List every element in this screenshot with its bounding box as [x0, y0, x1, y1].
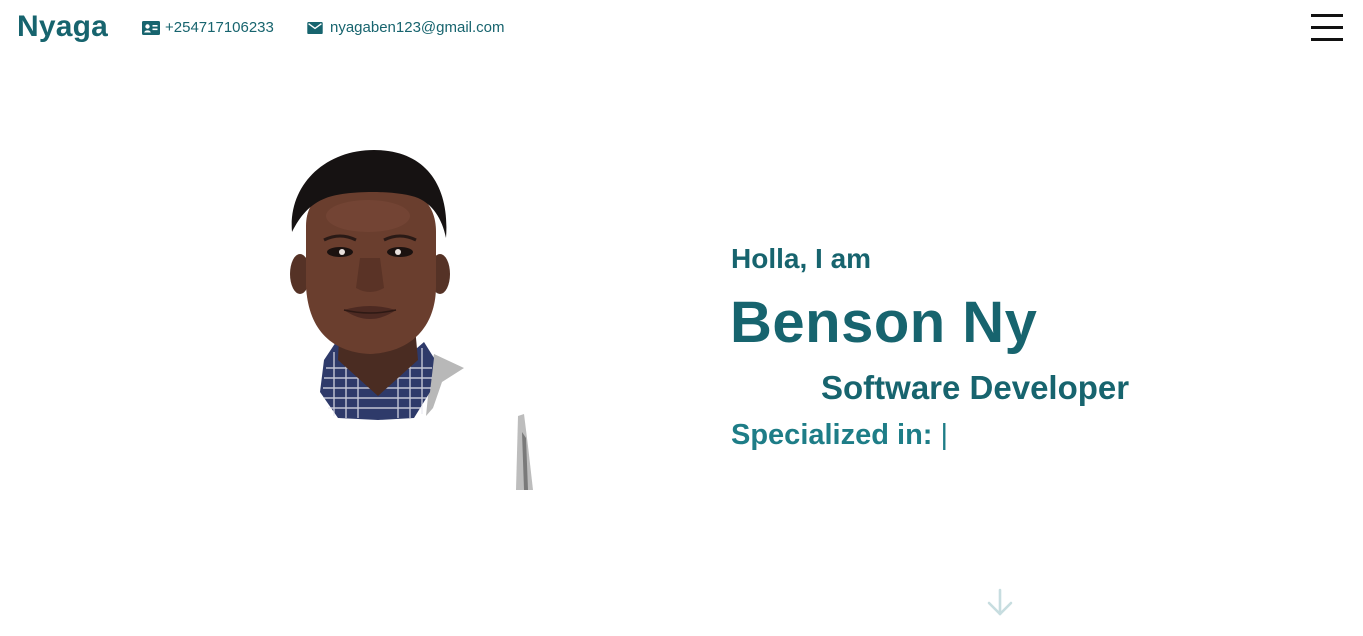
- arrow-down-icon[interactable]: [985, 588, 1015, 618]
- email-link[interactable]: nyagaben123@gmail.com: [307, 19, 505, 36]
- hamburger-menu-icon[interactable]: [1311, 14, 1343, 42]
- contact-card-icon: [142, 20, 160, 35]
- specialized-label: Specialized in:: [731, 419, 933, 451]
- phone-link[interactable]: +254717106233: [142, 19, 274, 36]
- header: Nyaga +254717106233 nyagaben123@gmail.co…: [0, 0, 1363, 56]
- typing-cursor: |: [940, 419, 949, 451]
- profile-photo: [290, 150, 533, 490]
- brand-logo[interactable]: Nyaga: [17, 10, 108, 44]
- page: Nyaga +254717106233 nyagaben123@gmail.co…: [0, 0, 1363, 636]
- envelope-icon: [307, 21, 323, 34]
- hero-name: Benson Ny: [730, 290, 1038, 355]
- phone-number: +254717106233: [165, 19, 274, 36]
- hero-greeting: Holla, I am: [731, 243, 872, 274]
- email-address: nyagaben123@gmail.com: [330, 19, 505, 36]
- hero-role: Software Developer: [821, 369, 1130, 406]
- specialized-line: Specialized in: |: [731, 419, 948, 452]
